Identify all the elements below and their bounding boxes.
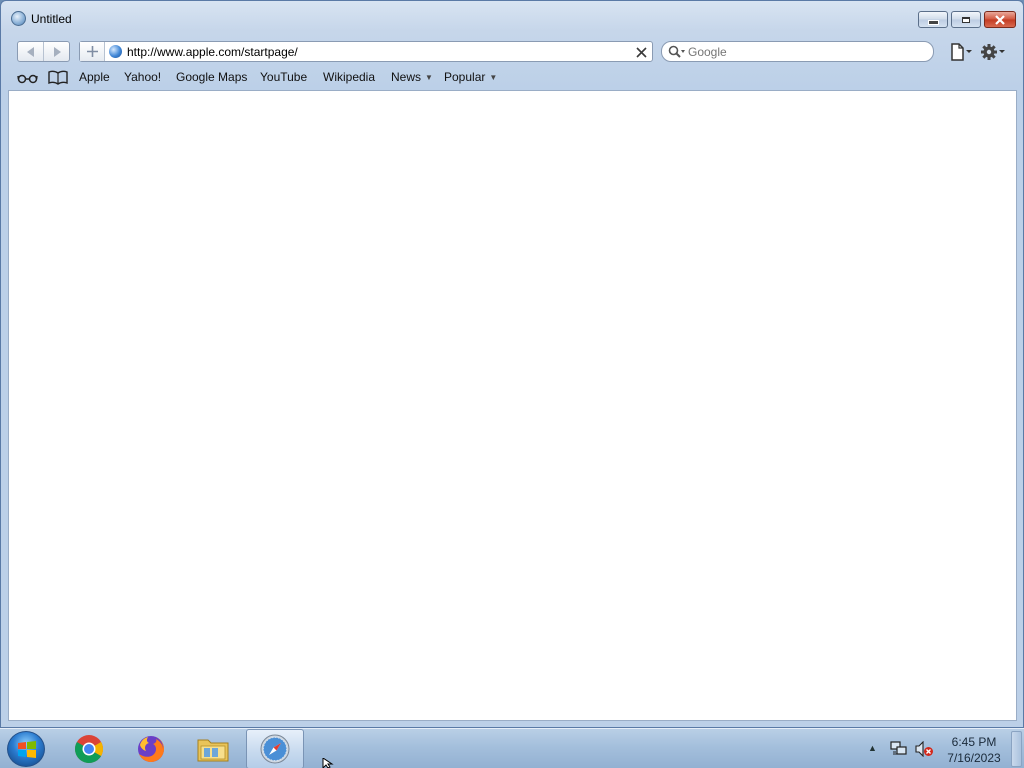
back-button[interactable] (18, 42, 43, 61)
page-icon (951, 43, 972, 61)
taskbar-chrome[interactable] (60, 729, 118, 768)
system-clock[interactable]: 6:45 PM 7/16/2023 (940, 734, 1008, 766)
clock-time: 6:45 PM (951, 735, 997, 749)
chevron-down-icon: ▼ (425, 73, 433, 82)
bookmark-label: Google Maps (176, 70, 248, 84)
back-arrow-icon (26, 46, 34, 57)
chevron-up-icon: ▲ (868, 743, 877, 753)
navigation-toolbar: http://www.apple.com/startpage/ (1, 39, 1023, 65)
bookmark-label: Popular (444, 70, 486, 84)
taskbar-firefox[interactable] (122, 729, 180, 768)
bookmark-label: Apple (79, 70, 110, 84)
safari-app-icon (11, 11, 26, 26)
forward-button[interactable] (43, 42, 69, 61)
add-bookmark-button[interactable] (80, 42, 105, 61)
clear-url-button[interactable] (636, 43, 647, 61)
search-input[interactable] (688, 45, 918, 59)
bookmark-label: Wikipedia (323, 70, 376, 84)
bookmark-label: YouTube (260, 70, 308, 84)
browser-window: Untitled http://www.apple.com/startpage/… (0, 0, 1024, 728)
restore-icon (962, 16, 970, 23)
title-bar[interactable]: Untitled (1, 1, 1023, 37)
page-content[interactable] (8, 90, 1017, 721)
firefox-icon (138, 735, 164, 762)
show-desktop-button[interactable] (1011, 731, 1022, 767)
minimize-icon (927, 20, 939, 25)
taskbar-file-explorer[interactable] (184, 729, 242, 768)
window-title: Untitled (31, 12, 72, 26)
safari-icon (260, 734, 290, 764)
chrome-icon (75, 735, 103, 763)
minimize-button[interactable] (918, 11, 948, 28)
globe-icon (109, 45, 122, 58)
settings-menu-button[interactable] (979, 41, 1007, 63)
close-icon (995, 14, 1005, 25)
forward-arrow-icon (53, 46, 61, 57)
bookmark-label: News (391, 70, 422, 84)
network-icon[interactable] (890, 741, 908, 757)
page-menu-button[interactable] (949, 42, 975, 62)
restore-button[interactable] (951, 11, 981, 28)
mouse-cursor-icon (322, 758, 334, 768)
show-hidden-icons-button[interactable]: ▲ (868, 743, 877, 768)
search-icon (668, 45, 685, 58)
search-field[interactable] (661, 41, 934, 62)
taskbar: ▲ 6:45 PM 7/16/2023 (0, 728, 1024, 768)
bookmark-yahoo[interactable]: Yahoo! (124, 70, 161, 84)
volume-muted-icon[interactable] (914, 741, 934, 757)
bookmark-youtube[interactable]: YouTube (260, 70, 307, 84)
clock-date: 7/16/2023 (947, 751, 1001, 765)
taskbar-safari[interactable] (246, 729, 304, 768)
url-text[interactable]: http://www.apple.com/startpage/ (127, 45, 298, 59)
chevron-down-icon: ▼ (489, 73, 498, 82)
back-forward-group (17, 41, 70, 62)
reading-list-icon[interactable] (17, 69, 39, 85)
bookmarks-book-icon[interactable] (48, 69, 68, 85)
bookmark-apple[interactable]: Apple (79, 70, 110, 84)
bookmark-folder-news[interactable]: News ▼ (391, 70, 433, 84)
address-bar[interactable]: http://www.apple.com/startpage/ (79, 41, 653, 62)
bookmark-google-maps[interactable]: Google Maps (176, 70, 247, 84)
bookmarks-bar: Apple Yahoo! Google Maps YouTube Wikiped… (1, 67, 1023, 88)
gear-icon (981, 44, 1005, 60)
bookmark-label: Yahoo! (124, 70, 162, 84)
start-button[interactable] (7, 731, 45, 767)
bookmark-folder-popular[interactable]: Popular ▼ (444, 70, 497, 84)
close-button[interactable] (984, 11, 1016, 28)
plus-icon (86, 46, 98, 57)
bookmark-wikipedia[interactable]: Wikipedia (323, 70, 375, 84)
close-icon (636, 47, 647, 58)
windows-logo-icon (18, 741, 36, 758)
file-explorer-icon (197, 739, 229, 762)
